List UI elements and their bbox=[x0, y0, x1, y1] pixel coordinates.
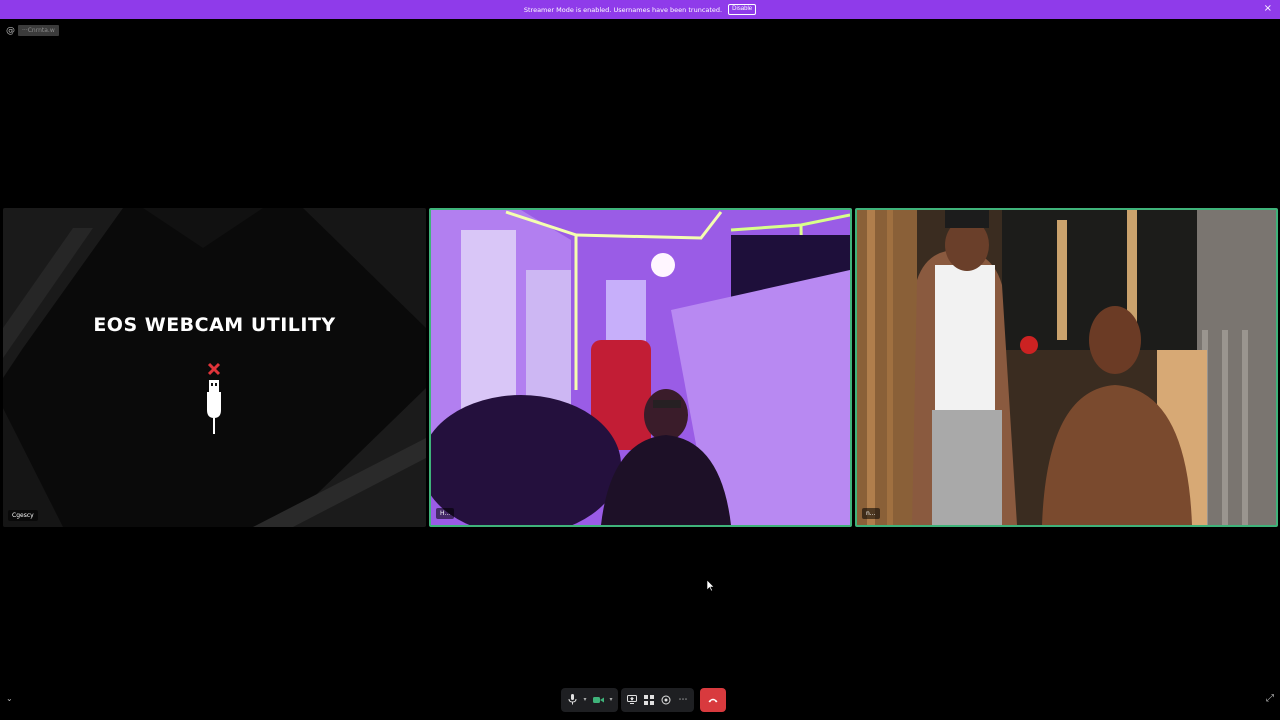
participant-name: Cgescy bbox=[8, 510, 38, 521]
screen-share-icon[interactable] bbox=[625, 693, 639, 707]
av-control-group: ▾ ▾ bbox=[561, 687, 618, 712]
chevron-down-icon[interactable]: ⌄ bbox=[6, 694, 13, 703]
close-icon[interactable]: × bbox=[1264, 3, 1272, 15]
fullscreen-icon[interactable]: ⤢ bbox=[1266, 693, 1274, 704]
participant-name: H... bbox=[436, 508, 455, 519]
call-controls: ▾ ▾ ⋯ bbox=[561, 687, 726, 712]
video-tile-2[interactable]: H... bbox=[429, 208, 852, 527]
participant-name: n... bbox=[862, 508, 880, 519]
more-icon[interactable]: ⋯ bbox=[676, 693, 690, 707]
usb-disconnected-icon bbox=[207, 362, 221, 434]
camera-icon[interactable] bbox=[591, 693, 605, 707]
video-feed-art bbox=[857, 210, 1276, 525]
microphone-icon[interactable] bbox=[565, 693, 579, 707]
activities-icon[interactable] bbox=[642, 693, 656, 707]
disable-streamer-mode-button[interactable]: Disable bbox=[728, 4, 757, 15]
hang-up-button[interactable] bbox=[700, 687, 726, 712]
video-feed bbox=[431, 210, 850, 525]
video-tile-1[interactable]: EOS WEBCAM UTILITY Cgescy bbox=[3, 208, 426, 527]
channel-header: @ ···Cnrnta.w bbox=[6, 25, 59, 36]
mic-options-chevron-icon[interactable]: ▾ bbox=[582, 693, 588, 707]
extra-control-group: ⋯ bbox=[621, 687, 694, 712]
eos-title: EOS WEBCAM UTILITY bbox=[93, 314, 336, 336]
call-window: Streamer Mode is enabled. Usernames have… bbox=[0, 0, 1280, 720]
soundboard-icon[interactable] bbox=[659, 693, 673, 707]
camera-options-chevron-icon[interactable]: ▾ bbox=[608, 693, 614, 707]
video-tile-3[interactable]: n... bbox=[855, 208, 1278, 527]
streamer-mode-notice: Streamer Mode is enabled. Usernames have… bbox=[0, 0, 1280, 19]
channel-name[interactable]: ···Cnrnta.w bbox=[18, 25, 59, 36]
notice-text: Streamer Mode is enabled. Usernames have… bbox=[523, 5, 723, 14]
hang-up-icon bbox=[708, 698, 718, 702]
video-feed-art bbox=[431, 210, 850, 525]
mouse-pointer-icon bbox=[707, 580, 715, 592]
at-icon: @ bbox=[6, 25, 15, 36]
video-feed bbox=[857, 210, 1276, 525]
